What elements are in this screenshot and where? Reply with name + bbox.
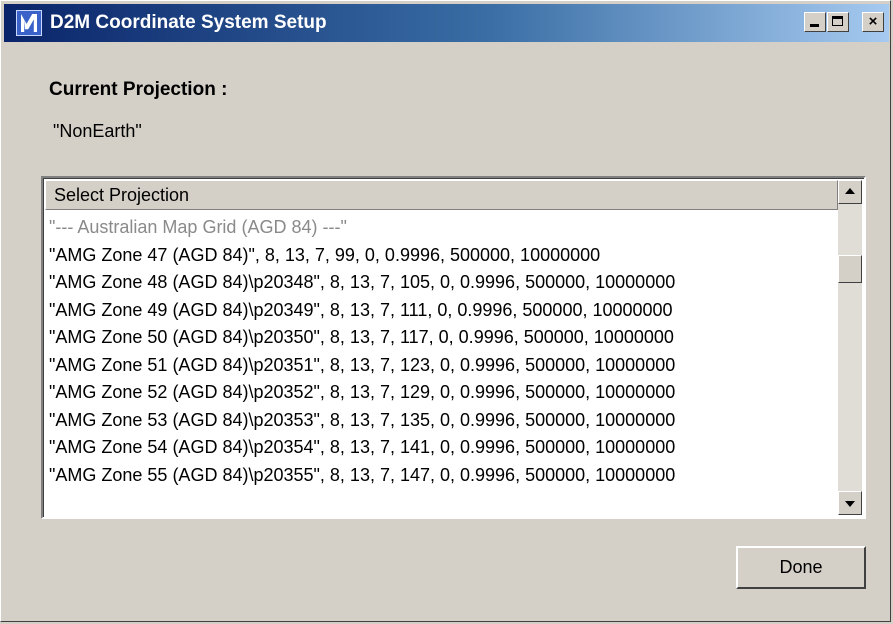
title-bar[interactable]: D2M Coordinate System Setup ×	[4, 4, 889, 42]
list-item[interactable]: "AMG Zone 53 (AGD 84)\p20353", 8, 13, 7,…	[49, 407, 839, 435]
list-item[interactable]: "--- Australian Map Grid (AGD 84) ---"	[49, 214, 839, 242]
current-projection-label: Current Projection :	[49, 79, 228, 100]
minimize-icon	[810, 24, 819, 27]
scroll-down-button[interactable]	[838, 491, 862, 515]
scroll-thumb[interactable]	[838, 255, 862, 283]
dialog-window: D2M Coordinate System Setup × Current Pr…	[0, 0, 891, 622]
scroll-up-button[interactable]	[838, 180, 862, 204]
list-item[interactable]: "AMG Zone 49 (AGD 84)\p20349", 8, 13, 7,…	[49, 297, 839, 325]
list-column-header[interactable]: Select Projection	[45, 180, 838, 210]
done-button[interactable]: Done	[736, 546, 866, 589]
arrow-up-icon	[845, 188, 855, 194]
current-projection-value: "NonEarth"	[53, 121, 142, 141]
list-item[interactable]: "AMG Zone 51 (AGD 84)\p20351", 8, 13, 7,…	[49, 352, 839, 380]
window-title: D2M Coordinate System Setup	[50, 12, 327, 33]
maximize-icon	[832, 16, 843, 26]
list-item[interactable]: "AMG Zone 55 (AGD 84)\p20355", 8, 13, 7,…	[49, 462, 839, 490]
projection-listbox[interactable]: Select Projection "--- Australian Map Gr…	[41, 176, 866, 519]
vertical-scrollbar[interactable]	[838, 180, 862, 515]
close-icon: ×	[868, 13, 878, 30]
arrow-down-icon	[845, 501, 855, 507]
maximize-button[interactable]	[827, 12, 849, 32]
list-item[interactable]: "AMG Zone 50 (AGD 84)\p20350", 8, 13, 7,…	[49, 324, 839, 352]
close-button[interactable]: ×	[862, 12, 884, 32]
list-item[interactable]: "AMG Zone 48 (AGD 84)\p20348", 8, 13, 7,…	[49, 269, 839, 297]
minimize-button[interactable]	[804, 12, 826, 32]
list-item[interactable]: "AMG Zone 54 (AGD 84)\p20354", 8, 13, 7,…	[49, 434, 839, 462]
app-logo-icon	[16, 10, 42, 36]
list-item[interactable]: "AMG Zone 47 (AGD 84)", 8, 13, 7, 99, 0,…	[49, 242, 839, 270]
projection-rows: "--- Australian Map Grid (AGD 84) ---" "…	[49, 214, 839, 489]
list-item[interactable]: "AMG Zone 52 (AGD 84)\p20352", 8, 13, 7,…	[49, 379, 839, 407]
